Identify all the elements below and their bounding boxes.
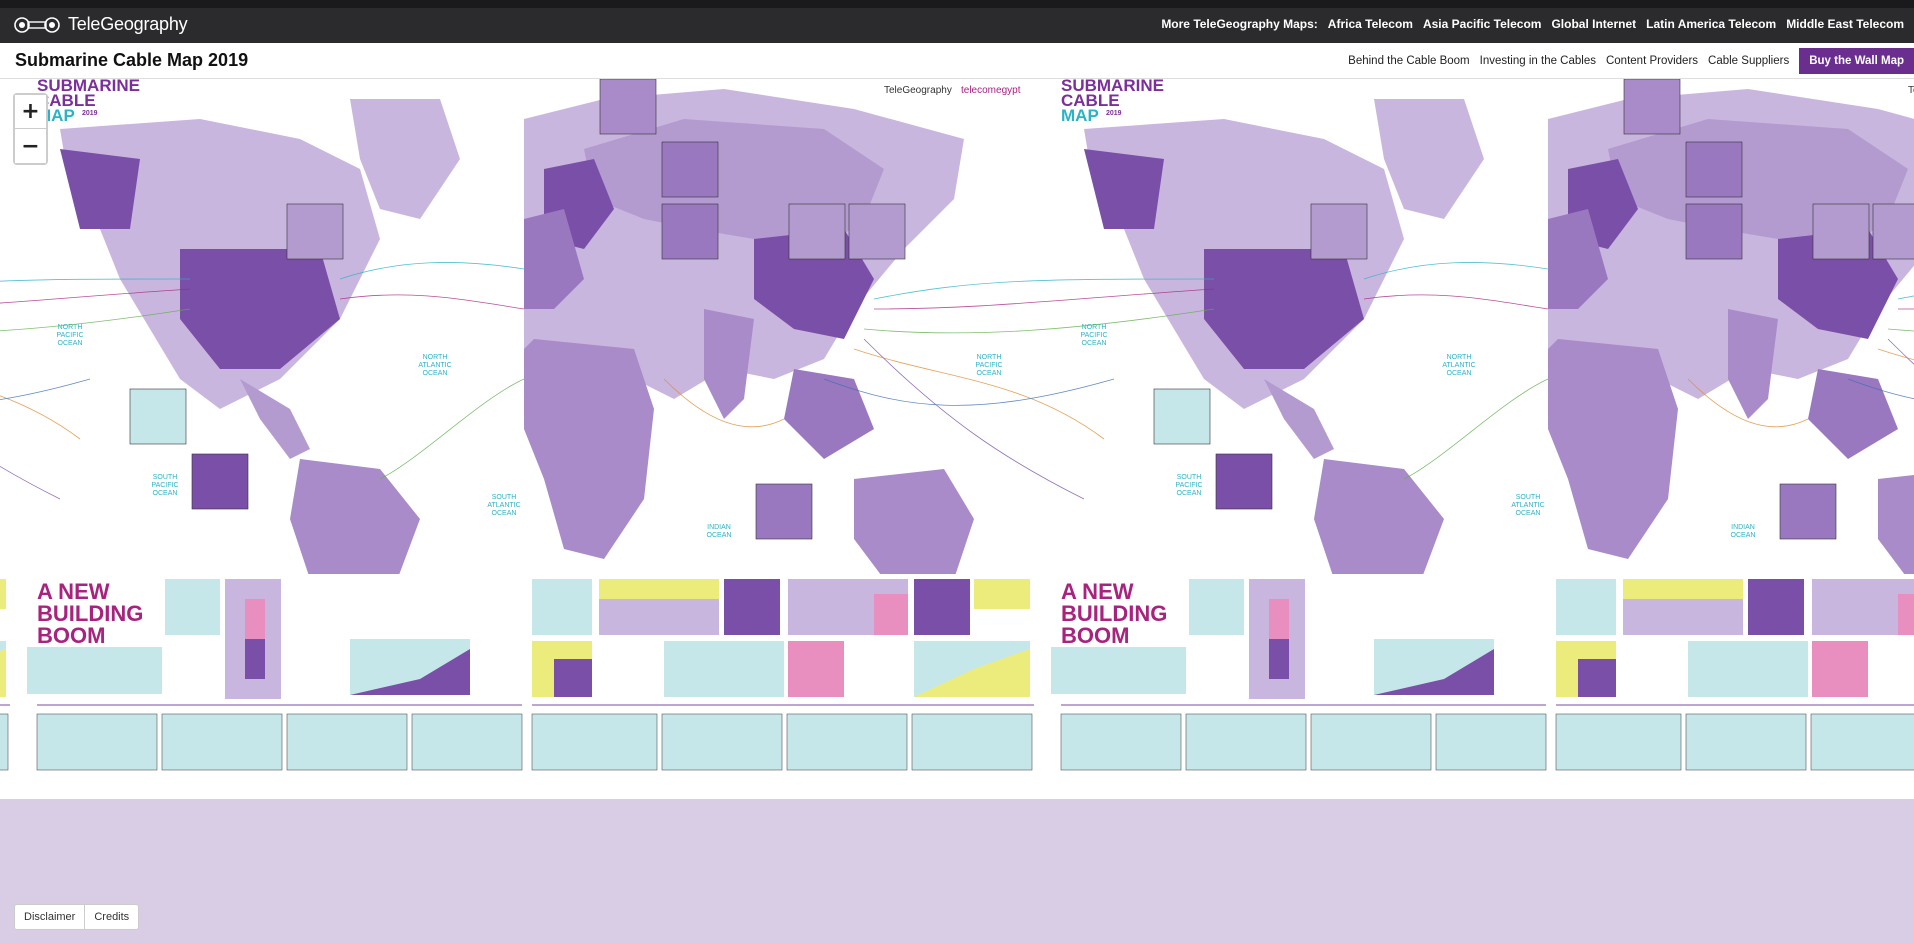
buy-wall-map-button[interactable]: Buy the Wall Map [1799,48,1914,74]
nav-latin-america-telecom[interactable]: Latin America Telecom [1646,17,1776,31]
map-artwork: NORTHPACIFICOCEAN NORTHPACIFICOCEAN SOUT… [0,79,1914,800]
brand-name: TeleGeography [68,14,188,34]
footer-links: Disclaimer Credits [14,904,140,930]
top-bar: TeleGeography More TeleGeography Maps: A… [0,0,1914,43]
nav-global-internet[interactable]: Global Internet [1551,17,1636,31]
nav-cable-suppliers[interactable]: Cable Suppliers [1708,55,1789,67]
cable-logo-icon [14,16,60,33]
more-maps-label: More TeleGeography Maps: [1161,17,1318,31]
map-canvas[interactable]: NORTHPACIFICOCEAN NORTHPACIFICOCEAN SOUT… [0,79,1914,944]
nav-africa-telecom[interactable]: Africa Telecom [1328,17,1413,31]
disclaimer-link[interactable]: Disclaimer [15,905,84,929]
nav-behind-cable-boom[interactable]: Behind the Cable Boom [1348,55,1469,67]
zoom-out-button[interactable]: − [15,129,46,163]
nav-investing-cables[interactable]: Investing in the Cables [1480,55,1596,67]
nav-middle-east-telecom[interactable]: Middle East Telecom [1786,17,1904,31]
telegeography-logo[interactable]: TeleGeography [14,14,188,35]
title-bar: Submarine Cable Map 2019 Behind the Cabl… [0,43,1914,79]
nav-content-providers[interactable]: Content Providers [1606,55,1698,67]
zoom-in-button[interactable]: + [15,95,46,129]
nav-asia-pacific-telecom[interactable]: Asia Pacific Telecom [1423,17,1542,31]
zoom-control: + − [13,93,48,165]
section-nav: Behind the Cable Boom Investing in the C… [1348,43,1914,79]
page-title: Submarine Cable Map 2019 [15,50,249,70]
more-maps-nav: More TeleGeography Maps: Africa Telecom … [1161,17,1904,31]
credits-link[interactable]: Credits [84,905,138,929]
